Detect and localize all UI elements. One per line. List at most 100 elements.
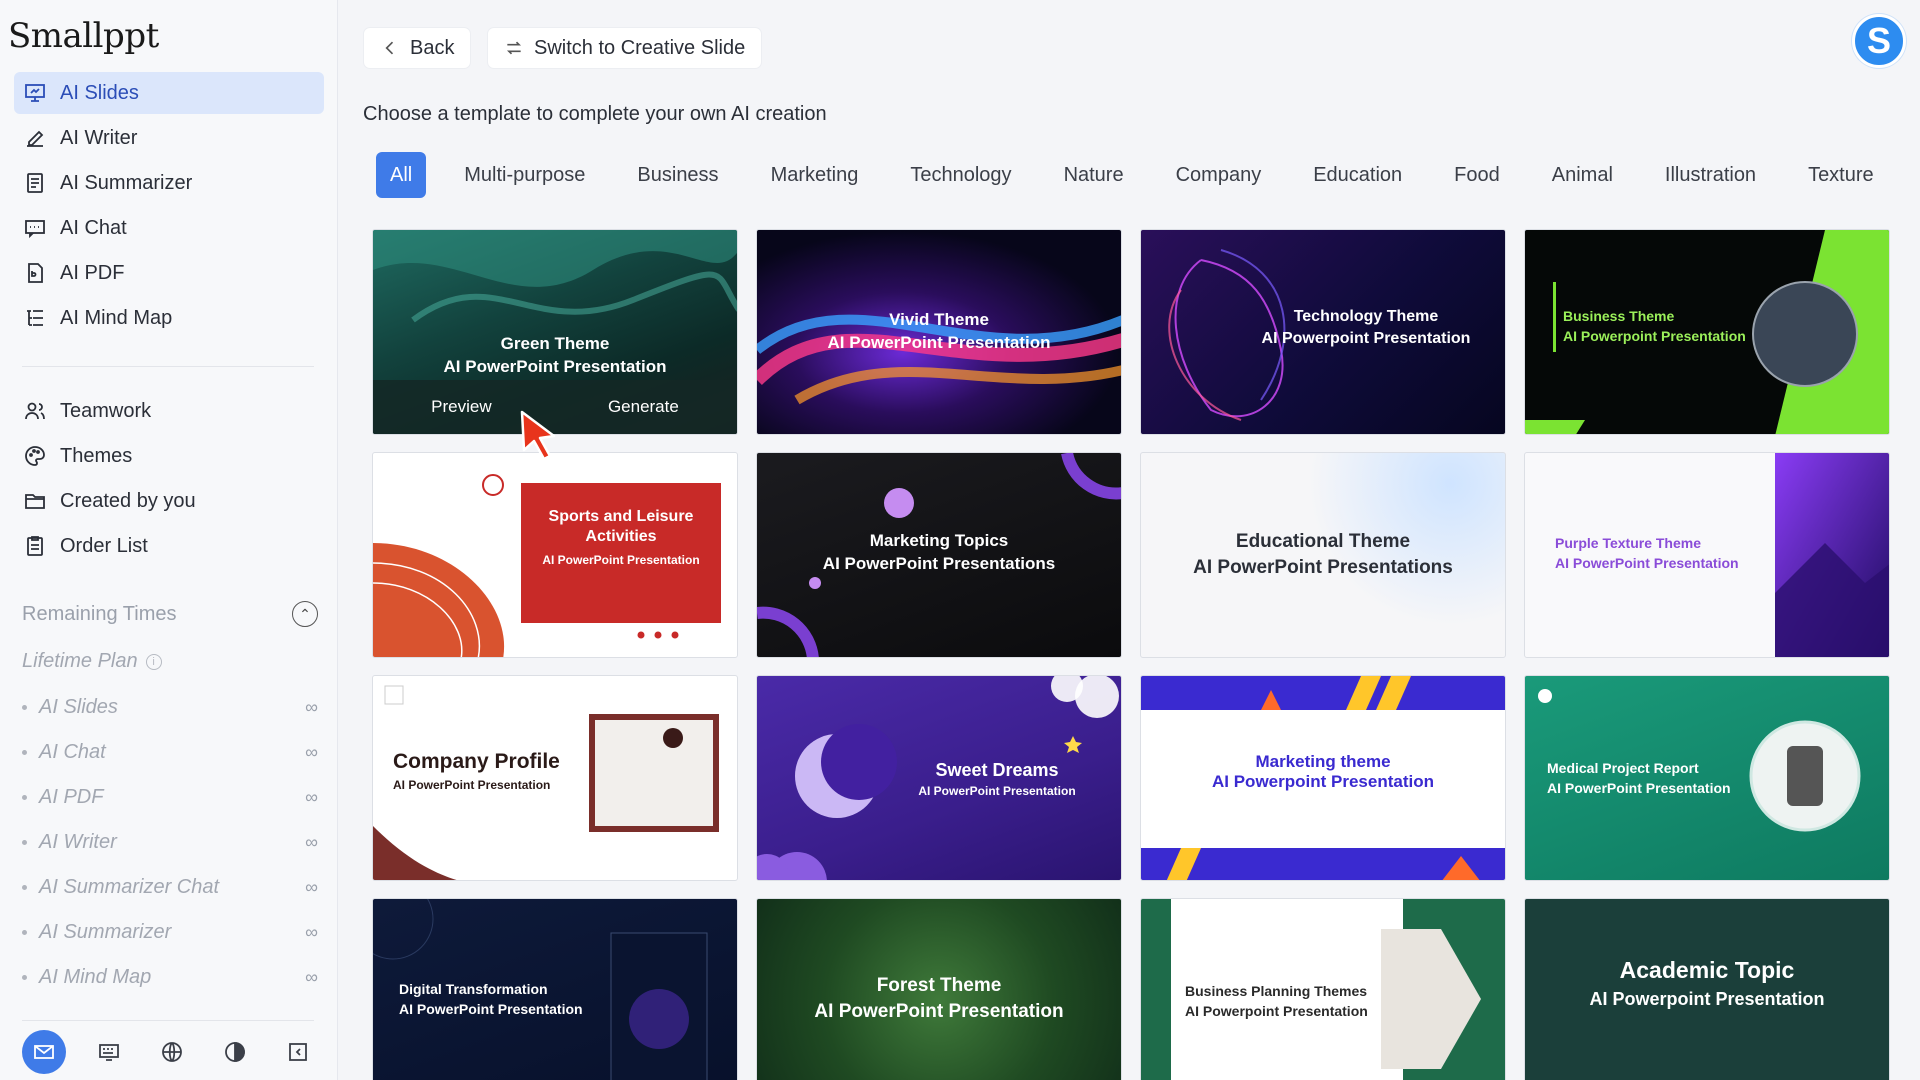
sidebar-item-ai-pdf[interactable]: AI PDF bbox=[14, 252, 324, 294]
page-subtitle: Choose a template to complete your own A… bbox=[363, 103, 827, 125]
preview-button[interactable]: Preview bbox=[431, 397, 491, 417]
tab-marketing[interactable]: Marketing bbox=[745, 152, 885, 198]
sidebar-item-ai-chat[interactable]: AI Chat bbox=[14, 207, 324, 249]
pen-icon bbox=[22, 125, 48, 151]
chevron-up-icon[interactable]: ⌃ bbox=[292, 601, 318, 627]
template-card-business[interactable]: Business Theme AI Powerpoint Presentatio… bbox=[1524, 229, 1890, 435]
sidebar-item-ai-writer[interactable]: AI Writer bbox=[14, 117, 324, 159]
sidebar-bottom-divider bbox=[22, 1020, 314, 1021]
info-icon[interactable]: i bbox=[145, 653, 162, 670]
template-card-marketing-theme[interactable]: Marketing theme AI Powerpoint Presentati… bbox=[1140, 675, 1506, 881]
tab-technology[interactable]: Technology bbox=[884, 152, 1037, 198]
card-subtitle: AI PowerPoint Presentations bbox=[822, 554, 1056, 573]
quota-row: AI Chat ∞ bbox=[22, 737, 318, 767]
sidebar-divider bbox=[22, 366, 314, 367]
quota-row: AI Writer ∞ bbox=[22, 827, 318, 857]
category-tabs: All Multi-purpose Business Marketing Tec… bbox=[376, 152, 1900, 198]
remaining-times-label: Remaining Times bbox=[22, 602, 177, 625]
template-card-sweet-dreams[interactable]: Sweet Dreams AI PowerPoint Presentation bbox=[756, 675, 1122, 881]
template-card-digital-transformation[interactable]: Digital Transformation AI PowerPoint Pre… bbox=[372, 898, 738, 1080]
card-subtitle: AI PowerPoint Presentations bbox=[1193, 557, 1453, 578]
card-subtitle: AI Powerpoint Presentation bbox=[1212, 772, 1434, 791]
sidebar-item-teamwork[interactable]: Teamwork bbox=[14, 390, 324, 432]
template-card-business-planning[interactable]: Business Planning Themes AI Powerpoint P… bbox=[1140, 898, 1506, 1080]
card-subtitle: AI PowerPoint Presentation bbox=[1555, 555, 1739, 571]
quota-label: AI PDF bbox=[39, 785, 104, 808]
card-title: Forest Theme bbox=[876, 975, 1002, 996]
sidebar-item-ai-mind-map[interactable]: AI Mind Map bbox=[14, 297, 324, 339]
chevron-left-icon bbox=[385, 41, 394, 55]
template-card-sports[interactable]: Sports and Leisure Activities AI PowerPo… bbox=[372, 452, 738, 658]
app-logo[interactable]: Smallppt bbox=[8, 16, 159, 56]
quota-row: AI PDF ∞ bbox=[22, 782, 318, 812]
sidebar: Smallppt AI Slides AI Writer AI Summariz… bbox=[0, 0, 338, 1080]
sidebar-item-label: AI Summarizer bbox=[60, 171, 193, 194]
card-subtitle: AI Powerpoint Presentation bbox=[1589, 989, 1825, 1009]
template-card-green[interactable]: Green Theme AI PowerPoint Presentation P… bbox=[372, 229, 738, 435]
template-card-purple-texture[interactable]: Purple Texture Theme AI PowerPoint Prese… bbox=[1524, 452, 1890, 658]
tab-illustration[interactable]: Illustration bbox=[1639, 152, 1782, 198]
tab-multi-purpose[interactable]: Multi-purpose bbox=[438, 152, 611, 198]
quota-row: AI Slides ∞ bbox=[22, 692, 318, 722]
template-card-marketing-topics[interactable]: Marketing Topics AI PowerPoint Presentat… bbox=[756, 452, 1122, 658]
sidebar-item-order-list[interactable]: Order List bbox=[14, 525, 324, 567]
card-subtitle: AI PowerPoint Presentation bbox=[827, 333, 1051, 352]
sidebar-item-label: Order List bbox=[60, 534, 148, 557]
infinity-value: ∞ bbox=[305, 921, 318, 942]
tab-business[interactable]: Business bbox=[611, 152, 744, 198]
card-title: Marketing theme bbox=[1255, 752, 1391, 771]
user-avatar[interactable]: S bbox=[1852, 14, 1906, 68]
quota-row: AI Summarizer Chat ∞ bbox=[22, 872, 318, 902]
card-title: Marketing Topics bbox=[869, 531, 1009, 550]
chat-icon bbox=[22, 215, 48, 241]
template-card-technology[interactable]: Technology Theme AI Powerpoint Presentat… bbox=[1140, 229, 1506, 435]
sidebar-item-ai-summarizer[interactable]: AI Summarizer bbox=[14, 162, 324, 204]
template-card-academic[interactable]: Academic Topic AI Powerpoint Presentatio… bbox=[1524, 898, 1890, 1080]
tab-education[interactable]: Education bbox=[1287, 152, 1428, 198]
tab-animal[interactable]: Animal bbox=[1526, 152, 1639, 198]
medical-decoration bbox=[1538, 689, 1861, 832]
contrast-icon[interactable] bbox=[215, 1032, 255, 1072]
template-card-vivid[interactable]: Vivid Theme AI PowerPoint Presentation bbox=[756, 229, 1122, 435]
tab-all[interactable]: All bbox=[376, 152, 427, 198]
keyboard-icon[interactable] bbox=[89, 1032, 129, 1072]
card-title: Vivid Theme bbox=[889, 310, 989, 329]
tab-texture[interactable]: Texture bbox=[1782, 152, 1900, 198]
sidebar-item-themes[interactable]: Themes bbox=[14, 435, 324, 477]
template-card-forest[interactable]: Forest Theme AI PowerPoint Presentation bbox=[756, 898, 1122, 1080]
sidebar-item-label: AI Chat bbox=[60, 216, 127, 239]
quota-label: AI Chat bbox=[39, 740, 106, 763]
tab-company[interactable]: Company bbox=[1150, 152, 1288, 198]
infinity-value: ∞ bbox=[305, 786, 318, 807]
infinity-value: ∞ bbox=[305, 966, 318, 987]
tab-nature[interactable]: Nature bbox=[1038, 152, 1150, 198]
template-card-medical[interactable]: Medical Project Report AI PowerPoint Pre… bbox=[1524, 675, 1890, 881]
collapse-sidebar-icon[interactable] bbox=[278, 1032, 318, 1072]
card-title: Business Theme bbox=[1563, 308, 1675, 324]
card-subtitle: AI PowerPoint Presentation bbox=[542, 553, 700, 567]
switch-creative-slide-button[interactable]: Switch to Creative Slide bbox=[488, 28, 762, 68]
sidebar-bottom-toolbar bbox=[22, 1030, 318, 1074]
sidebar-item-label: AI Slides bbox=[60, 81, 139, 104]
card-title: Educational Theme bbox=[1235, 531, 1411, 552]
mail-icon[interactable] bbox=[22, 1030, 66, 1074]
template-card-educational[interactable]: Educational Theme AI PowerPoint Presenta… bbox=[1140, 452, 1506, 658]
quota-label: AI Slides bbox=[39, 695, 118, 718]
tab-food[interactable]: Food bbox=[1428, 152, 1526, 198]
sidebar-item-created-by-you[interactable]: Created by you bbox=[14, 480, 324, 522]
globe-icon[interactable] bbox=[152, 1032, 192, 1072]
team-icon bbox=[22, 398, 48, 424]
sidebar-item-label: AI Mind Map bbox=[60, 306, 173, 329]
quota-row: AI Summarizer ∞ bbox=[22, 917, 318, 947]
back-button[interactable]: Back bbox=[364, 28, 471, 68]
card-subtitle: AI PowerPoint Presentation bbox=[918, 784, 1076, 798]
quota-label: AI Summarizer bbox=[39, 920, 172, 943]
plan-label: Lifetime Plan i bbox=[22, 650, 162, 673]
sidebar-item-ai-slides[interactable]: AI Slides bbox=[14, 72, 324, 114]
quota-label: AI Summarizer Chat bbox=[39, 875, 220, 898]
quota-row: AI Mind Map ∞ bbox=[22, 962, 318, 992]
template-card-company-profile[interactable]: Company Profile AI PowerPoint Presentati… bbox=[372, 675, 738, 881]
card-subtitle: AI Powerpoint Presentation bbox=[1563, 328, 1746, 344]
presentation-icon bbox=[22, 80, 48, 106]
generate-button[interactable]: Generate bbox=[608, 397, 679, 417]
